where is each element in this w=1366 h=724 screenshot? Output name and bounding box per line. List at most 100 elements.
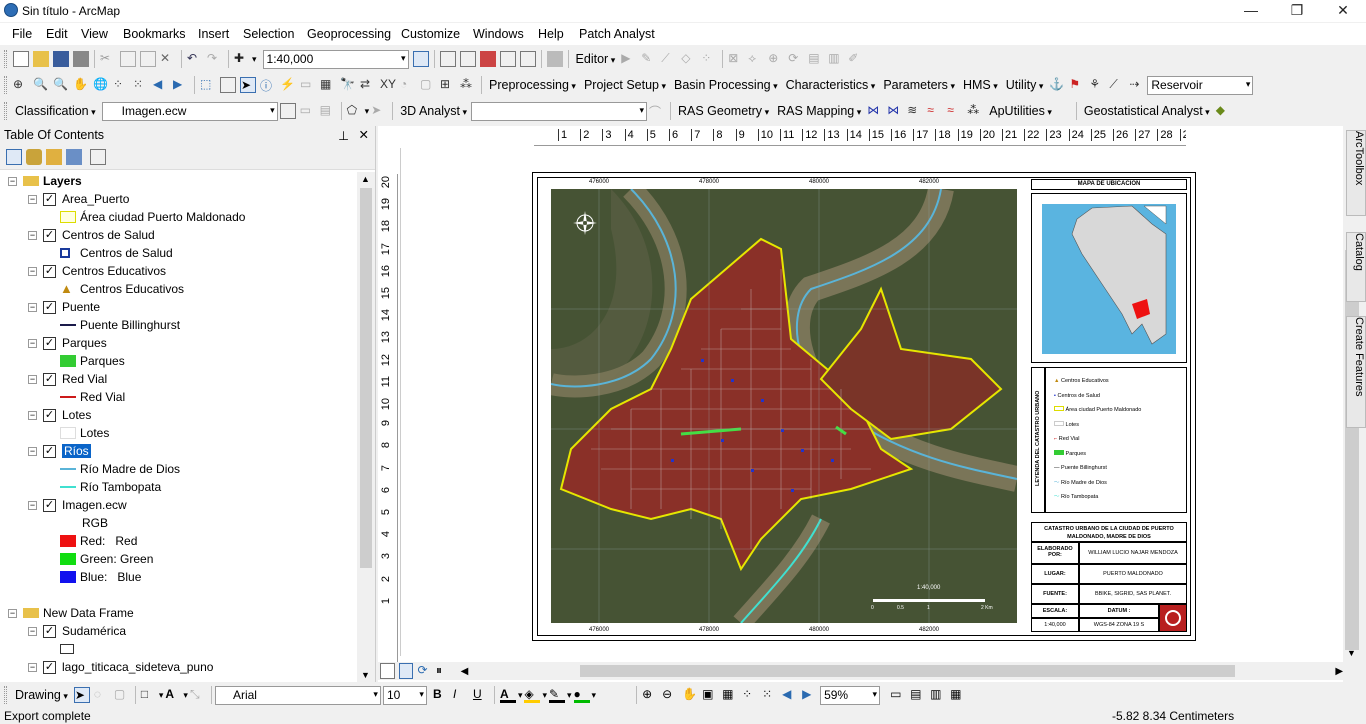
layer-lotes[interactable]: Lotes <box>62 408 91 422</box>
select-elements-icon[interactable]: ➤ <box>240 77 256 93</box>
create-features-tab[interactable]: Create Features <box>1346 316 1366 428</box>
classification-menu[interactable]: Classification <box>15 104 96 118</box>
editor-toolbar-icon[interactable] <box>412 51 429 67</box>
menu-view[interactable]: View <box>81 27 108 41</box>
time-slider-icon[interactable]: ◔ <box>400 77 416 93</box>
copy-icon[interactable] <box>120 51 136 67</box>
parques-checkbox[interactable]: ✓ <box>43 336 56 350</box>
layer-puente[interactable]: Puente <box>62 300 100 314</box>
ras-geometry-menu[interactable]: RAS Geometry <box>678 104 769 118</box>
route-icon[interactable]: ⇄ <box>360 77 376 93</box>
histogram-icon[interactable] <box>279 103 296 119</box>
ras-mapping-menu[interactable]: RAS Mapping <box>777 104 861 118</box>
close-button[interactable]: ✕ <box>1320 0 1366 22</box>
toc-scroll-thumb[interactable] <box>360 188 372 568</box>
fixed-zoom-in-page-icon[interactable]: ⁘ <box>742 687 758 703</box>
change-layout-icon[interactable]: ▥ <box>930 687 946 703</box>
toc-close-icon[interactable]: ✕ <box>359 127 369 142</box>
menu-hms[interactable]: HMS <box>963 78 998 92</box>
profile-icon[interactable]: ⟋ <box>1109 77 1125 93</box>
draw-training-icon[interactable]: ⬠ <box>347 103 363 119</box>
hyperlink-icon[interactable]: ⚡ <box>280 77 296 93</box>
menu-parameters[interactable]: Parameters <box>883 78 955 92</box>
stream-icon[interactable]: ⚘ <box>1089 77 1105 93</box>
select-features-icon[interactable]: ⬚ <box>200 77 216 93</box>
expand-new-data-frame[interactable]: − <box>8 608 17 618</box>
ras-flow-icon[interactable]: ≋ <box>907 103 923 119</box>
construct-icon[interactable]: ◇ <box>681 51 697 67</box>
menu-characteristics[interactable]: Characteristics <box>786 78 876 92</box>
cut-icon[interactable]: ✂ <box>100 51 116 67</box>
page-frame[interactable]: 1:40,000 0 0.5 1 2 Km 476000 478000 4800… <box>532 172 1196 641</box>
geostat-wizard-icon[interactable]: ◆ <box>1216 103 1232 119</box>
toolbox-icon[interactable] <box>479 51 496 67</box>
fill-color-icon[interactable]: ◈ <box>524 687 541 703</box>
list-by-drawing-order-icon[interactable] <box>6 148 22 165</box>
layer-combo[interactable]: Imagen.ecw ▾ <box>101 101 278 121</box>
arctoolbox-tab[interactable]: ArcToolbox <box>1346 130 1366 216</box>
create-features-icon[interactable]: ✐ <box>848 51 864 67</box>
select-elements-draw-icon[interactable]: ➤ <box>73 687 90 703</box>
menu-basin-processing[interactable]: Basin Processing <box>674 78 778 92</box>
menu-bookmarks[interactable]: Bookmarks <box>123 27 186 41</box>
pan-page-icon[interactable]: ✋ <box>682 687 698 703</box>
layer-imagen[interactable]: Imagen.ecw <box>62 498 127 512</box>
redo-icon[interactable]: ↷ <box>207 51 223 67</box>
layer-sudamerica[interactable]: Sudamérica <box>62 624 126 638</box>
scroll-left-icon[interactable]: ◀ <box>461 666 469 677</box>
goto-xy-icon[interactable]: XY <box>380 77 396 93</box>
puente-checkbox[interactable]: ✓ <box>43 300 56 314</box>
expand-puente[interactable]: − <box>28 302 37 312</box>
expand-rios[interactable]: − <box>28 446 37 456</box>
lotes-checkbox[interactable]: ✓ <box>43 408 56 422</box>
expand-titicaca[interactable]: − <box>28 662 37 672</box>
centros-salud-checkbox[interactable]: ✓ <box>43 228 56 242</box>
training-manager-icon[interactable]: ➤ <box>371 103 387 119</box>
3d-analyst-menu[interactable]: 3D Analyst <box>400 104 467 118</box>
menu-project-setup[interactable]: Project Setup <box>584 78 666 92</box>
layout-view-icon[interactable] <box>398 663 414 679</box>
fixed-zoom-out-icon[interactable]: ⁙ <box>133 77 149 93</box>
add-data-icon[interactable]: ✚ <box>234 51 250 67</box>
bold-icon[interactable]: B <box>433 687 449 703</box>
scroll-right-icon[interactable]: ▶ <box>1335 666 1343 677</box>
toggle-draft-icon[interactable]: ▭ <box>890 687 906 703</box>
layout-view[interactable]: 1 2 3 4 5 6 7 8 9 10 11 12 13 14 15 16 17 18 19 20 21 22 23 24 2… <box>378 126 1343 682</box>
new-data-frame-label[interactable]: New Data Frame <box>43 606 134 620</box>
viewer-icon[interactable]: ▢ <box>420 77 436 93</box>
html-popup-icon[interactable]: ▭ <box>300 77 316 93</box>
layer-titicaca[interactable]: lago_titicaca_sideteva_puno <box>62 660 213 674</box>
focus-data-frame-icon[interactable]: ▤ <box>910 687 926 703</box>
menu-utility[interactable]: Utility <box>1006 78 1044 92</box>
font-combo[interactable]: Arial ▾ <box>214 685 381 705</box>
area-puerto-checkbox[interactable]: ✓ <box>43 192 56 206</box>
pause-icon[interactable]: ⏸ <box>436 663 451 679</box>
menu-help[interactable]: Help <box>538 27 564 41</box>
vertex-icon[interactable]: ⁘ <box>701 51 717 67</box>
location-map[interactable] <box>1031 193 1187 363</box>
layer-rios[interactable]: Ríos <box>62 444 91 458</box>
zoom-100-icon[interactable]: ▦ <box>722 687 738 703</box>
marker-color-icon[interactable]: ● <box>573 687 590 703</box>
fixed-zoom-in-icon[interactable]: ⁘ <box>113 77 129 93</box>
list-by-selection-icon[interactable] <box>66 148 82 165</box>
layer-centros-salud[interactable]: Centros de Salud <box>62 228 155 242</box>
ras-id-icon[interactable]: ⋈ <box>867 103 883 119</box>
pin-icon[interactable]: ⊥ <box>338 128 349 143</box>
sudamerica-checkbox[interactable]: ✓ <box>43 624 56 638</box>
view-vscroll-thumb[interactable] <box>1345 250 1359 650</box>
toc-scrollbar[interactable]: ▲ ▼ <box>357 172 375 682</box>
expand-centros-educativos[interactable]: − <box>28 266 37 276</box>
point-delineation-icon[interactable]: ⚑ <box>1069 77 1085 93</box>
edit-tool-icon[interactable]: ▶ <box>621 51 637 67</box>
expand-parques[interactable]: − <box>28 338 37 348</box>
text-icon[interactable]: A <box>165 687 181 703</box>
undo-icon[interactable]: ↶ <box>187 51 203 67</box>
interpolate-icon[interactable]: ⌒ <box>649 103 665 119</box>
zoom-in-page-icon[interactable]: ⊕ <box>642 687 658 703</box>
new-document-icon[interactable] <box>13 51 29 67</box>
menu-insert[interactable]: Insert <box>198 27 229 41</box>
3d-layer-combo[interactable]: ▾ <box>471 101 647 121</box>
sample-icon[interactable]: ▤ <box>320 103 336 119</box>
delete-icon[interactable]: ✕ <box>160 51 176 67</box>
